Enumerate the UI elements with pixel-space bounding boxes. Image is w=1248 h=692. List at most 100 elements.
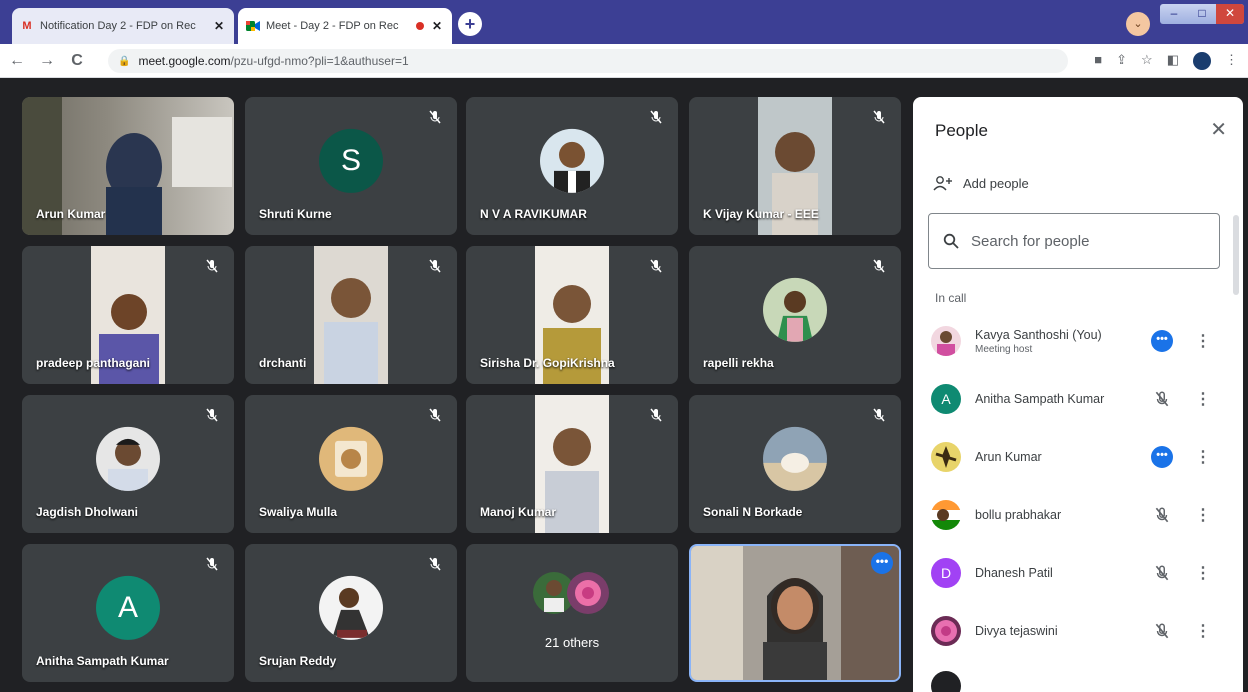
avatar: [319, 426, 383, 491]
browser-tab-bar: M Notification Day 2 - FDP on Rec ✕ Meet…: [0, 0, 1248, 44]
search-icon: [943, 233, 959, 249]
more-vert-icon[interactable]: ⋮: [1195, 563, 1211, 583]
participant-info: Dhanesh Patil: [975, 566, 1151, 580]
tab-meet[interactable]: Meet - Day 2 - FDP on Rec ✕: [238, 8, 452, 44]
avatar: A: [96, 575, 160, 640]
tab-gmail-notification[interactable]: M Notification Day 2 - FDP on Rec ✕: [12, 8, 234, 44]
avatar: [96, 426, 160, 491]
reload-icon[interactable]: C: [64, 52, 90, 70]
address-bar[interactable]: 🔒 meet.google.com /pzu-ufgd-nmo?pli=1&au…: [108, 49, 1068, 73]
window-controls: – □ ✕: [1160, 4, 1244, 24]
more-vert-icon[interactable]: ⋮: [1195, 447, 1211, 467]
mic-off-icon: [206, 259, 218, 273]
participant-tile[interactable]: Jagdish Dholwani: [22, 395, 234, 533]
participant-name: Anitha Sampath Kumar: [36, 654, 169, 668]
add-people-button[interactable]: Add people: [933, 175, 1029, 191]
participant-tile[interactable]: pradeep panthagani: [22, 246, 234, 384]
participant-tile[interactable]: Arun Kumar: [22, 97, 234, 235]
panel-title: People: [935, 121, 988, 140]
toolbar-icons: ■ ⇪ ☆ ◧ ⋮: [1094, 52, 1238, 70]
sidepanel-icon[interactable]: ◧: [1167, 52, 1179, 70]
profile-avatar[interactable]: [1193, 52, 1211, 70]
close-icon[interactable]: ✕: [1210, 117, 1227, 142]
participant-info: Anitha Sampath Kumar: [975, 392, 1151, 406]
participant-name: Kavya Santhoshi (You): [975, 327, 1102, 342]
participant-tile[interactable]: Srujan Reddy: [245, 544, 457, 682]
participant-tile[interactable]: rapelli rekha: [689, 246, 901, 384]
participant-name: Srujan Reddy: [259, 654, 337, 668]
minimize-icon[interactable]: –: [1160, 4, 1188, 24]
participant-name: Manoj Kumar: [480, 505, 557, 519]
self-video-feed: [691, 546, 899, 680]
participant-list-item[interactable]: Arun Kumar ••• ⋮: [913, 428, 1243, 486]
maximize-icon[interactable]: □: [1188, 4, 1216, 24]
star-icon[interactable]: ☆: [1141, 52, 1153, 70]
participant-tile[interactable]: N V A RAVIKUMAR: [466, 97, 678, 235]
video-feed: [314, 246, 388, 384]
mic-off-icon: [650, 259, 662, 273]
participant-name: Sonali N Borkade: [703, 505, 803, 519]
participant-name: Anitha Sampath Kumar: [975, 392, 1105, 406]
meet-icon: [246, 19, 260, 33]
participant-tile[interactable]: Swaliya Mulla: [245, 395, 457, 533]
avatar: S: [319, 128, 383, 193]
participant-name: Divya tejaswini: [975, 624, 1058, 638]
camera-icon[interactable]: ■: [1094, 52, 1102, 70]
participant-list-item[interactable]: A Anitha Sampath Kumar ⋮: [913, 370, 1243, 428]
close-window-icon[interactable]: ✕: [1216, 4, 1244, 24]
participant-info: Arun Kumar: [975, 450, 1151, 464]
share-icon[interactable]: ⇪: [1116, 52, 1127, 70]
mic-off-icon: [1151, 504, 1173, 526]
mic-off-icon: [1151, 388, 1173, 410]
participant-tile[interactable]: S Shruti Kurne: [245, 97, 457, 235]
search-input[interactable]: [971, 232, 1191, 250]
chevron-down-icon[interactable]: ⌄: [1126, 12, 1150, 36]
participant-tile[interactable]: A Anitha Sampath Kumar: [22, 544, 234, 682]
more-vert-icon[interactable]: ⋮: [1195, 505, 1211, 525]
mic-off-icon: [873, 110, 885, 124]
others-count: 21 others: [544, 635, 600, 650]
participant-name: Sirisha Dr. GopiKrishna: [480, 356, 615, 370]
participant-list-item[interactable]: Kavya Santhoshi (You) Meeting host ••• ⋮: [913, 312, 1243, 370]
participant-tile[interactable]: drchanti: [245, 246, 457, 384]
participant-list-item[interactable]: bollu prabhakar ⋮: [913, 486, 1243, 544]
in-call-heading: In call: [935, 291, 967, 305]
more-vert-icon[interactable]: ⋮: [1195, 389, 1211, 409]
participant-name: Swaliya Mulla: [259, 505, 338, 519]
activity-indicator-icon: •••: [1151, 446, 1173, 468]
avatar: [931, 500, 961, 530]
mic-off-icon: [206, 557, 218, 571]
participant-tile[interactable]: Sirisha Dr. GopiKrishna: [466, 246, 678, 384]
participant-name: pradeep panthagani: [36, 356, 151, 370]
avatar: [763, 426, 827, 491]
back-arrow-icon[interactable]: ←: [4, 52, 30, 70]
participant-tile[interactable]: Sonali N Borkade: [689, 395, 901, 533]
scrollbar[interactable]: [1233, 215, 1239, 295]
avatar: [931, 616, 961, 646]
more-vert-icon[interactable]: ⋮: [1195, 331, 1211, 351]
mic-off-icon: [650, 408, 662, 422]
participant-role: Meeting host: [975, 343, 1033, 355]
participant-list-item[interactable]: D Dhanesh Patil ⋮: [913, 544, 1243, 602]
menu-kebab-icon[interactable]: ⋮: [1225, 52, 1238, 70]
forward-arrow-icon[interactable]: →: [34, 52, 60, 70]
self-view-tile[interactable]: •••: [689, 544, 901, 682]
others-tile[interactable]: 21 others: [466, 544, 678, 682]
more-vert-icon[interactable]: ⋮: [1195, 621, 1211, 641]
more-options-button[interactable]: •••: [871, 552, 893, 574]
add-person-icon: [933, 176, 952, 191]
participant-tile[interactable]: Manoj Kumar: [466, 395, 678, 533]
participant-list-item[interactable]: Divya tejaswini ⋮: [913, 602, 1243, 660]
participant-name: N V A RAVIKUMAR: [480, 207, 587, 221]
close-tab-icon[interactable]: ✕: [212, 19, 226, 33]
new-tab-button[interactable]: +: [458, 12, 482, 36]
url-path: /pzu-ufgd-nmo?pli=1&authuser=1: [230, 54, 409, 68]
participant-name: K Vijay Kumar - EEE: [703, 207, 819, 221]
url-host: meet.google.com: [138, 54, 231, 68]
mic-off-icon: [206, 408, 218, 422]
participant-tile[interactable]: K Vijay Kumar - EEE: [689, 97, 901, 235]
search-box[interactable]: [928, 213, 1220, 269]
participant-info: Divya tejaswini: [975, 624, 1151, 638]
close-tab-icon[interactable]: ✕: [430, 19, 444, 33]
tab-title: Notification Day 2 - FDP on Rec: [40, 20, 196, 32]
